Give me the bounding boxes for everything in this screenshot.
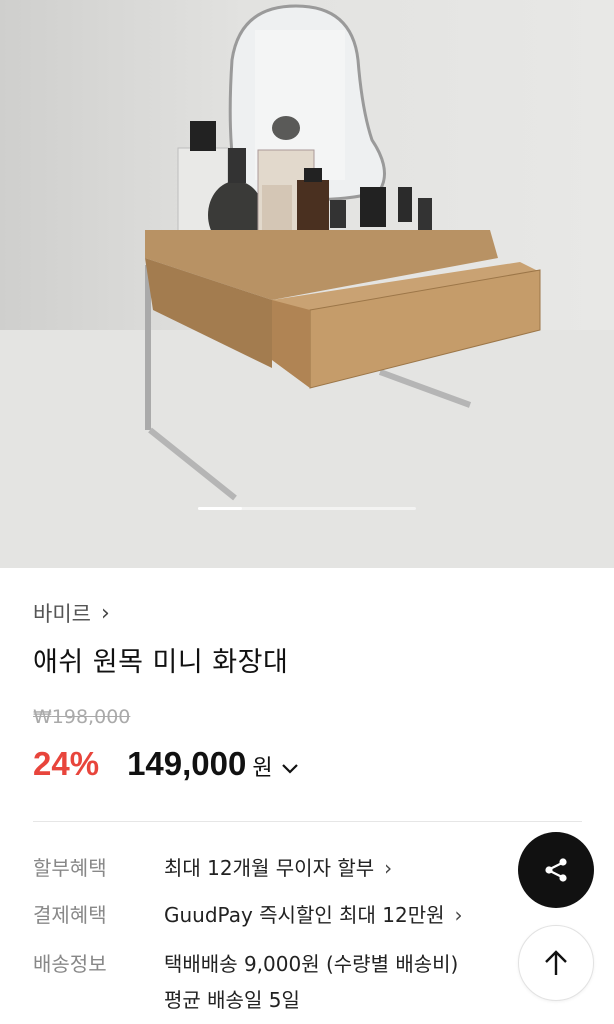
vanity-illustration bbox=[0, 4, 614, 568]
sale-price: 149,000 bbox=[127, 745, 247, 782]
discount-rate: 24% bbox=[33, 745, 100, 782]
arrow-up-icon bbox=[545, 950, 567, 975]
info-label: 할부혜택 bbox=[33, 856, 107, 880]
info-value: 택배배송 9,000원 (수량별 배송비) bbox=[164, 952, 459, 976]
image-pagination-indicator bbox=[198, 507, 416, 510]
installment-benefit-row[interactable]: 할부혜택 최대 12개월 무이자 할부 › bbox=[33, 852, 392, 881]
original-price: ₩198,000 bbox=[33, 706, 131, 728]
shipping-info-row: 배송정보 택배배송 9,000원 (수량별 배송비) bbox=[33, 948, 458, 977]
delivery-days-row: 평균 배송일 5일 bbox=[33, 984, 300, 1013]
chevron-right-icon: › bbox=[100, 600, 110, 626]
info-label bbox=[33, 984, 164, 1013]
scroll-top-button[interactable] bbox=[518, 925, 594, 1001]
info-label: 결제혜택 bbox=[33, 903, 107, 927]
price-row[interactable]: 24% 149,000 원 bbox=[33, 745, 299, 783]
product-title: 애쉬 원목 미니 화장대 bbox=[33, 647, 289, 678]
payment-benefit-row[interactable]: 결제혜택 GuudPay 즉시할인 최대 12만원 › bbox=[33, 899, 463, 928]
product-image[interactable] bbox=[0, 0, 614, 568]
chevron-right-icon: › bbox=[384, 856, 393, 880]
chevron-down-icon[interactable] bbox=[281, 756, 299, 780]
info-value: 최대 12개월 무이자 할부 › bbox=[164, 856, 393, 880]
info-label: 배송정보 bbox=[33, 952, 107, 976]
share-icon bbox=[545, 858, 567, 882]
currency-label: 원 bbox=[252, 756, 273, 781]
share-button[interactable] bbox=[518, 832, 594, 908]
divider bbox=[33, 821, 582, 822]
brand-link[interactable]: 바미르 › bbox=[33, 598, 110, 628]
info-value: GuudPay 즉시할인 최대 12만원 › bbox=[164, 903, 463, 927]
info-value: 평균 배송일 5일 bbox=[164, 988, 300, 1012]
image-pagination-active bbox=[198, 507, 242, 510]
chevron-right-icon: › bbox=[454, 903, 463, 927]
brand-name: 바미르 bbox=[33, 602, 91, 626]
